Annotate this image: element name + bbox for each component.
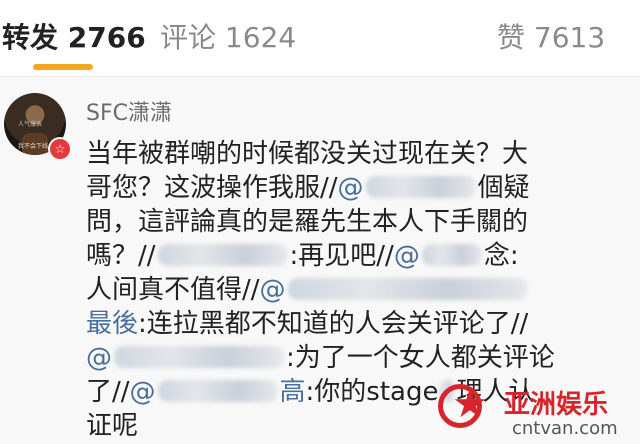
text-segment: 了//: [86, 377, 130, 407]
comment-line-6: 最後:连拉黑都不知道的人会关评论了//: [86, 307, 616, 341]
mention-link[interactable]: @: [394, 241, 420, 271]
watermark-logo: ★ 亚洲娱乐 cntvan.com: [436, 380, 640, 444]
mention-link[interactable]: @: [130, 377, 156, 407]
verified-badge-icon: ☆: [48, 137, 72, 161]
watermark-url: cntvan.com: [512, 418, 618, 439]
comment-line-2: 哥您？这波操作我服//@ 個疑: [86, 171, 616, 205]
text-segment: 哥您？这波操作我服//: [86, 173, 338, 203]
avatar-caption-bottom: 我不会下线: [18, 143, 49, 150]
mention-link[interactable]: @: [86, 343, 112, 373]
comment-line-1: 当年被群嘲的时候都没关过现在关？大: [86, 137, 616, 171]
tab-comments[interactable]: 评论 1624: [160, 18, 296, 58]
tab-bar: 转发 2766 评论 1624 赞 7613: [0, 0, 640, 76]
tab-likes[interactable]: 赞 7613: [497, 18, 605, 58]
avatar-caption-top: 人气爆表: [18, 121, 43, 128]
redacted-blur: [365, 176, 476, 198]
comment-line-3: 問，這評論真的是羅先生本人下手關的: [86, 205, 616, 239]
text-segment: :再见吧//: [289, 241, 394, 271]
mention-link[interactable]: 最後: [86, 309, 138, 339]
text-segment: 個疑: [477, 173, 530, 203]
mention-link[interactable]: 高: [280, 377, 306, 407]
text-segment: :为了一个女人都关评论: [286, 343, 555, 373]
redacted-blur: [287, 278, 528, 300]
text-segment: 嗎？//: [86, 241, 156, 271]
watermark-title: 亚洲娱乐: [504, 390, 609, 420]
tab-reposts[interactable]: 转发 2766: [2, 18, 146, 58]
mention-link[interactable]: @: [338, 173, 364, 203]
redacted-blur: [114, 346, 284, 368]
active-tab-indicator: [33, 64, 93, 70]
text-segment: 人间真不值得//: [86, 275, 260, 305]
repost-item: 人气爆表 我不会下线 ☆ SFC潇潇 当年被群嘲的时候都没关过现在关？大 哥您？…: [0, 77, 640, 444]
text-segment: 证呢: [86, 411, 139, 441]
text-segment: 問，這評論真的是羅先生本人下手關的: [86, 207, 529, 237]
mention-link[interactable]: @: [260, 275, 286, 305]
comment-line-4: 嗎？// :再见吧//@ 念:: [86, 239, 616, 273]
text-segment: :你的stage: [305, 377, 439, 407]
text-segment: 念:: [483, 241, 519, 271]
watermark-star-icon: ★: [452, 381, 488, 427]
redacted-blur: [421, 244, 482, 266]
comment-line-5: 人间真不值得//@: [86, 273, 616, 307]
comment-line-7: @ :为了一个女人都关评论: [86, 341, 616, 375]
text-segment: 当年被群嘲的时候都没关过现在关？大: [86, 139, 529, 169]
text-segment: :连拉黑都不知道的人会关评论了//: [138, 309, 529, 339]
redacted-blur: [157, 380, 278, 402]
username[interactable]: SFC潇潇: [86, 95, 172, 127]
redacted-blur: [157, 244, 288, 266]
